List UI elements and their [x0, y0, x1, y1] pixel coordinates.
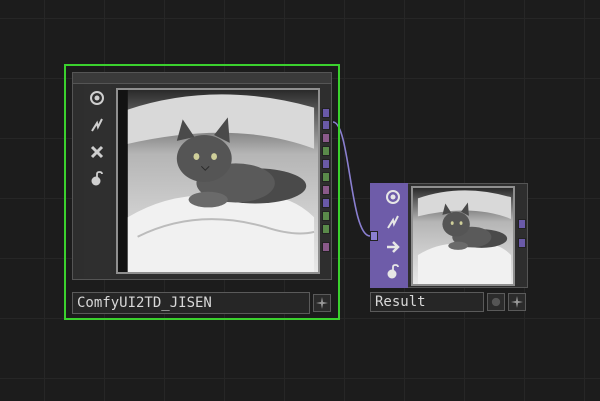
node-image-viewer[interactable]: [411, 186, 515, 286]
output-port[interactable]: [322, 108, 330, 118]
output-port[interactable]: [322, 224, 330, 234]
output-port[interactable]: [322, 159, 330, 169]
node-name-label[interactable]: Result: [370, 292, 484, 312]
lock-icon[interactable]: [86, 168, 108, 190]
viewer-icon[interactable]: [382, 186, 404, 208]
output-port[interactable]: [322, 198, 330, 208]
output-port[interactable]: [322, 242, 330, 252]
input-port[interactable]: [370, 231, 378, 241]
output-port[interactable]: [322, 146, 330, 156]
output-port[interactable]: [322, 211, 330, 221]
lock-icon[interactable]: [382, 261, 404, 283]
output-port[interactable]: [322, 120, 330, 130]
output-port[interactable]: [322, 172, 330, 182]
add-icon[interactable]: [313, 294, 331, 312]
node-header[interactable]: [73, 73, 331, 84]
bypass-icon[interactable]: [382, 236, 404, 258]
output-port[interactable]: [322, 185, 330, 195]
output-port[interactable]: [518, 219, 526, 229]
display-icon[interactable]: [487, 293, 505, 311]
close-icon[interactable]: [86, 141, 108, 163]
output-port[interactable]: [322, 133, 330, 143]
cat-photo: [413, 188, 513, 284]
viewer-icon[interactable]: [86, 87, 108, 109]
node-toolstrip: [84, 84, 111, 278]
cook-icon[interactable]: [382, 211, 404, 233]
cook-icon[interactable]: [86, 114, 108, 136]
node-image-viewer[interactable]: [116, 88, 320, 274]
add-icon[interactable]: [508, 293, 526, 311]
cat-photo: [118, 90, 318, 272]
node-name-label[interactable]: ComfyUI2TD_JISEN: [72, 292, 310, 314]
output-port[interactable]: [518, 238, 526, 248]
